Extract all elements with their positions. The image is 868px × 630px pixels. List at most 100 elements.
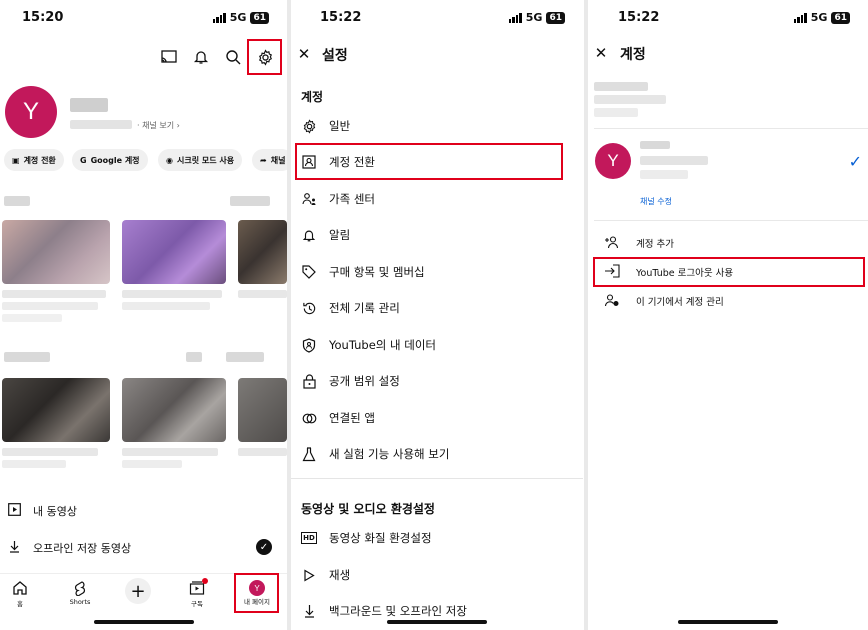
logout-highlight-box bbox=[593, 257, 865, 287]
flask-icon bbox=[301, 446, 317, 462]
account-panel: 15:22 5G 61 ✕ 계정 Y ✓ 채널 수정 계정 추가 YouTube… bbox=[588, 0, 868, 630]
history-thumbnail[interactable] bbox=[238, 220, 287, 284]
menu-item-privacy[interactable]: 공개 범위 설정 bbox=[301, 371, 400, 391]
incognito-icon: ◉ bbox=[166, 155, 173, 165]
chip-incognito[interactable]: ◉ 시크릿 모드 사용 bbox=[158, 149, 243, 171]
nav-shorts[interactable]: Shorts bbox=[55, 580, 105, 606]
playlist-thumbnail[interactable] bbox=[2, 378, 110, 442]
channel-view-label: 채널 보기 bbox=[142, 121, 175, 130]
list-item-my-videos[interactable]: 내 동영상 bbox=[8, 503, 77, 519]
menu-item-general[interactable]: 일반 bbox=[301, 116, 350, 136]
blurred-text bbox=[2, 302, 98, 310]
blurred-section-link bbox=[226, 352, 264, 362]
bell-icon[interactable] bbox=[190, 46, 212, 68]
list-item-offline-videos[interactable]: 오프라인 저장 동영상 bbox=[8, 540, 131, 556]
history-thumbnail[interactable] bbox=[2, 220, 110, 284]
menu-item-label: 연결된 앱 bbox=[329, 411, 375, 425]
bell-icon bbox=[301, 227, 317, 243]
blurred-section-title bbox=[4, 352, 50, 362]
blurred-account-name bbox=[594, 82, 648, 91]
cast-icon[interactable] bbox=[158, 46, 180, 68]
nav-label: 구독 bbox=[191, 600, 203, 608]
google-icon: G bbox=[80, 155, 87, 165]
switch-account-highlight-box bbox=[295, 143, 563, 180]
edit-channel-link[interactable]: 채널 수정 bbox=[640, 196, 672, 207]
menu-item-family-center[interactable]: 가족 센터 bbox=[301, 189, 375, 209]
menu-item-my-data[interactable]: YouTube의 내 데이터 bbox=[301, 335, 436, 355]
check-circle-icon: ✓ bbox=[256, 539, 272, 555]
page-title: 설정 bbox=[322, 48, 348, 64]
blurred-text bbox=[122, 460, 182, 468]
battery-icon: 61 bbox=[546, 11, 565, 24]
blurred-channel-handle bbox=[640, 156, 708, 165]
row-label: 이 기기에서 계정 관리 bbox=[636, 297, 724, 308]
manage-accounts-icon bbox=[604, 293, 620, 310]
avatar[interactable]: Y bbox=[5, 86, 57, 138]
blurred-section-link bbox=[230, 196, 270, 206]
avatar[interactable]: Y bbox=[595, 143, 631, 179]
status-time: 15:22 bbox=[320, 10, 362, 25]
play-box-icon bbox=[8, 503, 21, 519]
history-thumbnail[interactable] bbox=[122, 220, 226, 284]
chip-label: 계정 전환 bbox=[23, 155, 56, 165]
chip-google-account[interactable]: G Google 계정 bbox=[72, 149, 148, 171]
menu-item-connected-apps[interactable]: 연결된 앱 bbox=[301, 408, 375, 428]
link-icon bbox=[301, 410, 317, 426]
settings-highlight-box bbox=[247, 39, 282, 75]
chip-label: 시크릿 모드 사용 bbox=[176, 155, 235, 165]
nav-home[interactable]: 홈 bbox=[0, 580, 45, 608]
blurred-section-title bbox=[4, 196, 30, 206]
blurred-text bbox=[2, 460, 66, 468]
chip-share-channel[interactable]: ➦ 채널 bbox=[252, 149, 287, 171]
menu-item-label: 새 실험 기능 사용해 보기 bbox=[329, 447, 450, 461]
blurred-text bbox=[122, 448, 218, 456]
blurred-section-btn bbox=[186, 352, 202, 362]
menu-item-label: 백그라운드 및 오프라인 저장 bbox=[329, 604, 467, 618]
family-icon bbox=[301, 191, 317, 207]
blurred-channel-name bbox=[640, 141, 670, 149]
divider bbox=[594, 220, 868, 221]
chip-label: 채널 bbox=[270, 155, 286, 165]
plus-icon: + bbox=[125, 578, 151, 604]
battery-icon: 61 bbox=[250, 11, 269, 24]
list-item-label: 내 동영상 bbox=[33, 505, 77, 518]
menu-item-label: 일반 bbox=[329, 119, 351, 133]
chip-switch-account[interactable]: ▣ 계정 전환 bbox=[4, 149, 64, 171]
home-indicator bbox=[678, 620, 778, 624]
menu-item-notifications[interactable]: 알림 bbox=[301, 225, 350, 245]
add-account-row[interactable]: 계정 추가 bbox=[604, 233, 674, 253]
blurred-account-info bbox=[594, 108, 638, 117]
menu-item-purchases[interactable]: 구매 항목 및 멤버십 bbox=[301, 262, 425, 282]
menu-item-playback[interactable]: 재생 bbox=[301, 565, 350, 585]
status-bar: 15:20 5G 61 bbox=[0, 8, 287, 30]
shorts-icon bbox=[55, 580, 105, 598]
menu-item-background-offline[interactable]: 백그라운드 및 오프라인 저장 bbox=[301, 601, 467, 621]
close-icon[interactable]: ✕ bbox=[295, 45, 313, 63]
blurred-handle bbox=[70, 120, 132, 129]
status-time: 15:22 bbox=[618, 10, 660, 25]
play-icon bbox=[301, 567, 317, 583]
nav-create[interactable]: + bbox=[113, 578, 163, 604]
battery-icon: 61 bbox=[831, 11, 850, 24]
subscriptions-icon bbox=[189, 578, 208, 598]
blurred-text bbox=[2, 290, 106, 298]
row-label: 계정 추가 bbox=[636, 239, 674, 250]
search-icon[interactable] bbox=[222, 46, 244, 68]
channel-view-link[interactable]: · 채널 보기 › bbox=[137, 120, 180, 131]
blurred-text bbox=[2, 448, 98, 456]
menu-item-video-quality[interactable]: HD 동영상 화질 환경설정 bbox=[301, 528, 432, 548]
blurred-text bbox=[122, 290, 222, 298]
menu-item-experiments[interactable]: 새 실험 기능 사용해 보기 bbox=[301, 444, 449, 464]
nav-subscriptions[interactable]: 구독 bbox=[172, 578, 222, 608]
network-label: 5G bbox=[810, 11, 828, 24]
close-icon[interactable]: ✕ bbox=[592, 44, 610, 62]
menu-item-history[interactable]: 전체 기록 관리 bbox=[301, 298, 400, 318]
playlist-thumbnail[interactable] bbox=[238, 378, 287, 442]
section-video-audio: 동영상 및 오디오 환경설정 bbox=[301, 502, 435, 516]
playlist-thumbnail[interactable] bbox=[122, 378, 226, 442]
signal-icon bbox=[212, 12, 226, 23]
status-bar: 15:22 5G 61 bbox=[291, 8, 583, 30]
home-indicator bbox=[93, 620, 194, 624]
manage-accounts-row[interactable]: 이 기기에서 계정 관리 bbox=[604, 291, 724, 311]
add-account-icon bbox=[604, 235, 620, 252]
